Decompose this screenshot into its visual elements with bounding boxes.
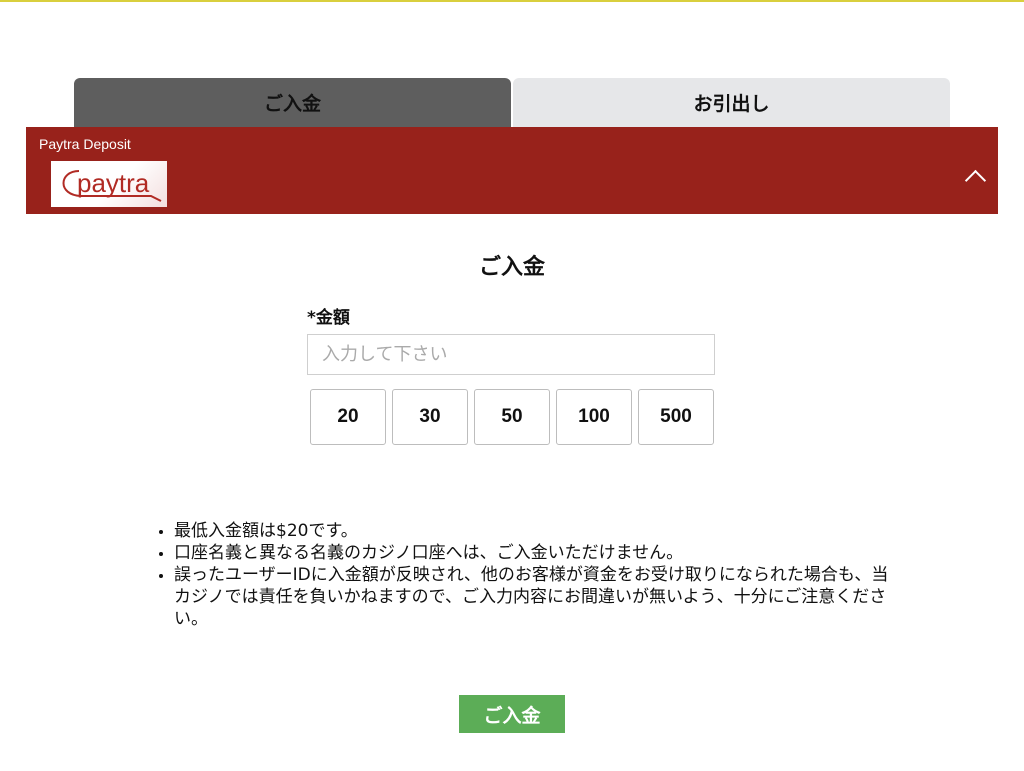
amount-presets: 20 30 50 100 500	[310, 389, 714, 445]
top-divider	[0, 0, 1024, 2]
preset-amount-button[interactable]: 30	[392, 389, 468, 445]
note-item: 最低入金額は$20です。	[174, 520, 904, 542]
preset-amount-button[interactable]: 100	[556, 389, 632, 445]
tab-deposit[interactable]: ご入金	[74, 78, 511, 127]
chevron-up-icon[interactable]	[964, 169, 987, 192]
amount-input[interactable]	[307, 334, 715, 375]
tab-withdraw[interactable]: お引出し	[513, 78, 950, 127]
preset-amount-button[interactable]: 20	[310, 389, 386, 445]
payment-method-header[interactable]: Paytra Deposit paytra	[26, 127, 998, 214]
preset-amount-button[interactable]: 50	[474, 389, 550, 445]
deposit-notes: 最低入金額は$20です。 口座名義と異なる名義のカジノ口座へは、ご入金いただけま…	[146, 520, 904, 630]
note-item: 誤ったユーザーIDに入金額が反映され、他のお客様が資金をお受け取りになられた場合…	[174, 564, 904, 630]
paytra-logo-text: paytra	[77, 168, 150, 198]
paytra-logo: paytra	[51, 161, 167, 207]
deposit-submit-button[interactable]: ご入金	[459, 695, 565, 733]
deposit-section-title: ご入金	[478, 255, 545, 280]
note-item: 口座名義と異なる名義のカジノ口座へは、ご入金いただけません。	[174, 542, 904, 564]
amount-label: *金額	[307, 308, 350, 328]
tab-bar: ご入金 お引出し	[74, 78, 950, 127]
payment-method-title: Paytra Deposit	[39, 136, 131, 152]
preset-amount-button[interactable]: 500	[638, 389, 714, 445]
